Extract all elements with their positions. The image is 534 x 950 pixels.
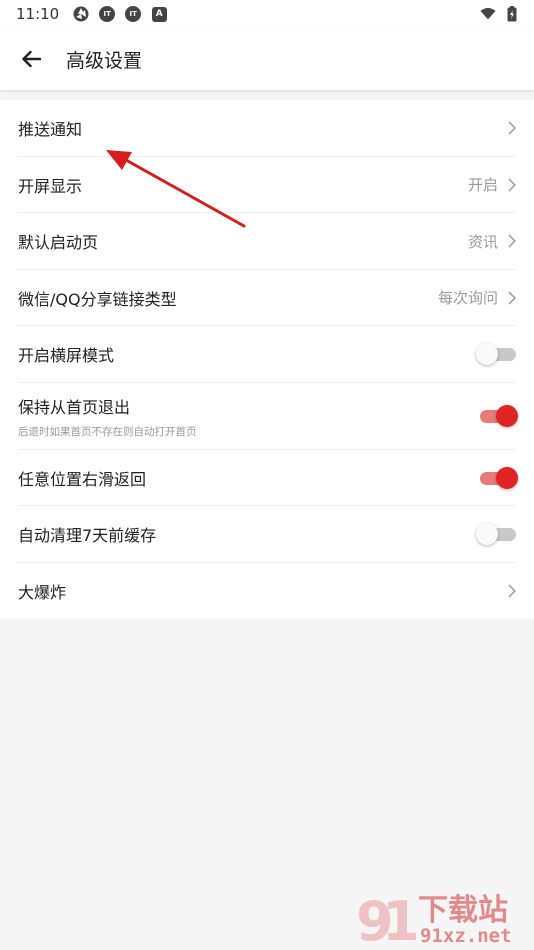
setting-keep-exit-from-home[interactable]: 保持从首页退出 后退时如果首页不存在则自动打开首页 [0, 383, 534, 450]
back-button[interactable] [0, 28, 62, 90]
wifi-icon [480, 6, 496, 22]
svg-text:1: 1 [382, 890, 420, 946]
setting-label: 默认启动页 [18, 233, 99, 253]
setting-auto-clear-cache[interactable]: 自动清理7天前缓存 [0, 506, 534, 563]
setting-swipe-back-anywhere[interactable]: 任意位置右滑返回 [0, 450, 534, 507]
setting-label: 保持从首页退出 [18, 397, 131, 417]
setting-label: 任意位置右滑返回 [18, 469, 147, 489]
setting-label: 推送通知 [18, 120, 83, 140]
settings-list: 推送通知 开屏显示 开启 默认启动页 资讯 微信/QQ分享链接类型 每次询问 开… [0, 100, 534, 619]
screen: 11:10 IT IT A 高级设置 推送通知 开屏显示 开启 默认启动页 资讯… [0, 0, 534, 950]
setting-default-start-page[interactable]: 默认启动页 资讯 [0, 213, 534, 270]
setting-label: 微信/QQ分享链接类型 [18, 289, 177, 309]
status-system-icons [480, 6, 520, 22]
landscape-mode-toggle[interactable] [476, 343, 518, 366]
swipe-back-anywhere-toggle[interactable] [478, 466, 518, 489]
status-bar: 11:10 IT IT A [0, 0, 534, 28]
setting-label: 开启横屏模式 [18, 346, 115, 366]
setting-value: 每次询问 [437, 289, 498, 308]
setting-push-notifications[interactable]: 推送通知 [0, 100, 534, 157]
app-icon: IT [99, 6, 116, 22]
watermark-logo: 9 1 下载站 91xz.net [356, 890, 526, 950]
app-header: 高级设置 [0, 28, 534, 90]
chevron-right-icon [508, 233, 518, 249]
setting-landscape-mode[interactable]: 开启横屏模式 [0, 326, 534, 383]
setting-value: 开启 [467, 176, 498, 195]
page-title: 高级设置 [66, 49, 143, 72]
chevron-right-icon [508, 177, 518, 193]
setting-splash-display[interactable]: 开屏显示 开启 [0, 157, 534, 214]
setting-label: 开屏显示 [18, 176, 83, 196]
arrow-left-icon [22, 50, 41, 68]
setting-big-bang[interactable]: 大爆炸 [0, 563, 534, 620]
watermark-domain-text: 91xz.net [420, 925, 512, 946]
app-icon: IT [125, 6, 142, 22]
setting-share-link-type[interactable]: 微信/QQ分享链接类型 每次询问 [0, 270, 534, 327]
setting-value: 资讯 [467, 232, 498, 251]
watermark-main-text: 下载站 [418, 893, 508, 928]
chevron-right-icon [508, 290, 518, 306]
keep-exit-from-home-toggle[interactable] [478, 405, 518, 427]
chevron-right-icon [508, 120, 518, 136]
status-time: 11:10 [16, 5, 60, 23]
setting-description: 后退时如果首页不存在则自动打开首页 [18, 425, 197, 438]
setting-label: 自动清理7天前缓存 [18, 526, 157, 546]
aperture-icon [73, 6, 89, 22]
auto-clear-cache-toggle[interactable] [476, 523, 518, 546]
battery-icon [504, 6, 520, 22]
status-notification-icons: IT IT A [73, 6, 167, 22]
a-icon: A [151, 6, 167, 22]
chevron-right-icon [508, 583, 518, 599]
setting-label: 大爆炸 [18, 582, 67, 602]
